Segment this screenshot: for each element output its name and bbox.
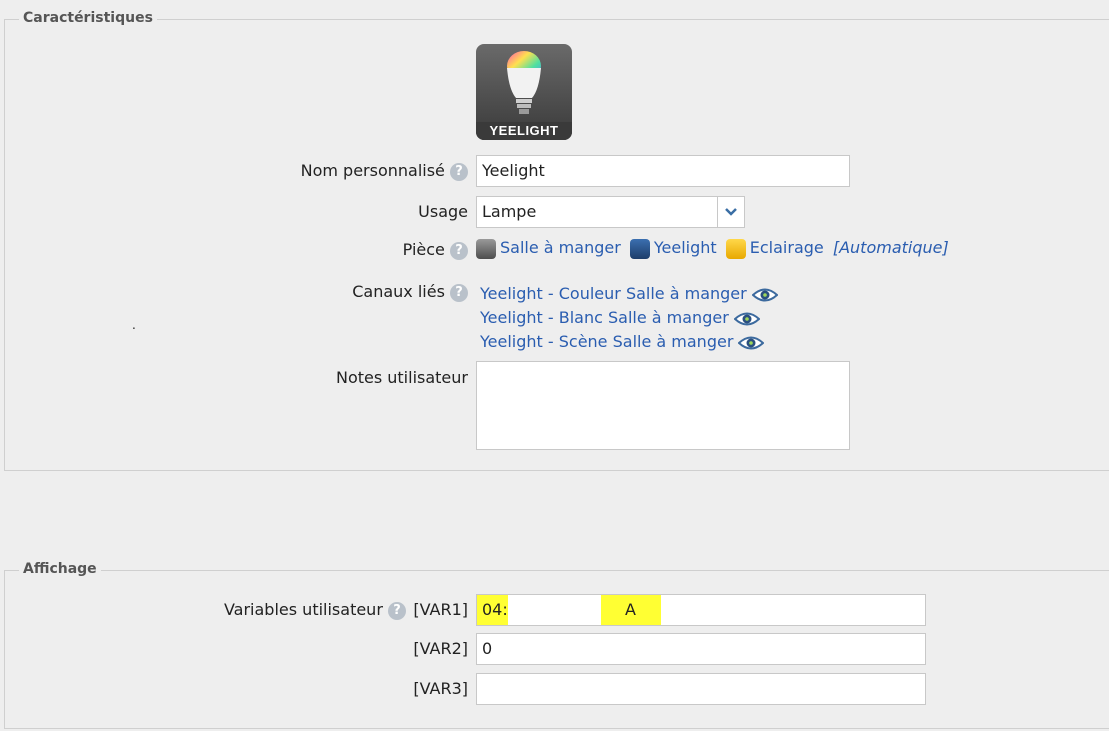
nom-personnalise-text: Nom personnalisé [300, 161, 445, 180]
variables-utilisateur-text: Variables utilisateur [223, 600, 383, 619]
help-icon[interactable]: ? [450, 241, 468, 260]
piece-automatique: [Automatique] [832, 238, 949, 257]
var3-input[interactable] [476, 673, 926, 705]
piece-link-eclairage[interactable]: Eclairage [750, 238, 824, 257]
piece-label: Pièce ? [403, 240, 468, 260]
nom-personnalise-label: Nom personnalisé ? [301, 161, 468, 181]
piece-links: Salle à manger Yeelight Eclairage [Autom… [476, 238, 949, 259]
piece-text: Pièce [402, 240, 445, 259]
logo-text: YEELIGHT [476, 122, 572, 140]
var1-input[interactable]: 04: A [476, 594, 926, 626]
help-icon[interactable]: ? [388, 601, 406, 620]
eye-icon[interactable] [733, 311, 760, 327]
piece-link-salle[interactable]: Salle à manger [500, 238, 621, 257]
stray-dot: . [132, 318, 136, 332]
var1-value-suffix: A [625, 600, 636, 619]
var1-redaction [508, 595, 601, 625]
dining-room-icon [476, 238, 496, 259]
var1-label: [VAR1] [413, 600, 468, 619]
var2-label: [VAR2] [413, 639, 468, 658]
canal-item: Yeelight - Scène Salle à manger [480, 330, 778, 354]
usage-value: Lampe [482, 202, 537, 221]
canaux-lies-text: Canaux liés [352, 282, 445, 301]
eye-icon[interactable] [751, 287, 778, 303]
canal-link[interactable]: Yeelight - Blanc Salle à manger [480, 308, 729, 327]
var3-label: [VAR3] [413, 679, 468, 698]
nom-personnalise-value: Yeelight [482, 161, 545, 180]
canal-item: Yeelight - Couleur Salle à manger [480, 282, 778, 306]
piece-link-yeelight[interactable]: Yeelight [654, 238, 717, 257]
caracteristiques-legend: Caractéristiques [19, 10, 157, 26]
variables-utilisateur-label: Variables utilisateur ? [224, 600, 406, 620]
canal-item: Yeelight - Blanc Salle à manger [480, 306, 778, 330]
usage-select[interactable]: Lampe [476, 196, 745, 228]
help-icon[interactable]: ? [450, 162, 468, 181]
canal-link[interactable]: Yeelight - Scène Salle à manger [480, 332, 733, 351]
help-icon[interactable]: ? [450, 283, 468, 302]
notes-utilisateur-textarea[interactable] [476, 361, 850, 450]
yeelight-logo: YEELIGHT [476, 44, 572, 140]
yeelight-category-icon [629, 238, 650, 259]
canal-link[interactable]: Yeelight - Couleur Salle à manger [480, 284, 747, 303]
var2-input[interactable]: 0 [476, 633, 926, 665]
canaux-lies-label: Canaux liés ? [352, 282, 468, 302]
var2-value: 0 [482, 639, 493, 658]
var1-value-prefix: 04: [482, 600, 508, 619]
bulb-icon [507, 51, 541, 114]
eye-icon[interactable] [738, 335, 765, 351]
chevron-down-icon[interactable] [717, 197, 744, 227]
lightbulb-icon [725, 238, 746, 259]
canaux-list: Yeelight - Couleur Salle à manger Yeelig… [480, 282, 778, 354]
notes-utilisateur-label: Notes utilisateur [335, 368, 468, 387]
usage-label: Usage [418, 202, 468, 221]
nom-personnalise-input[interactable]: Yeelight [476, 155, 850, 187]
affichage-legend: Affichage [19, 561, 101, 577]
